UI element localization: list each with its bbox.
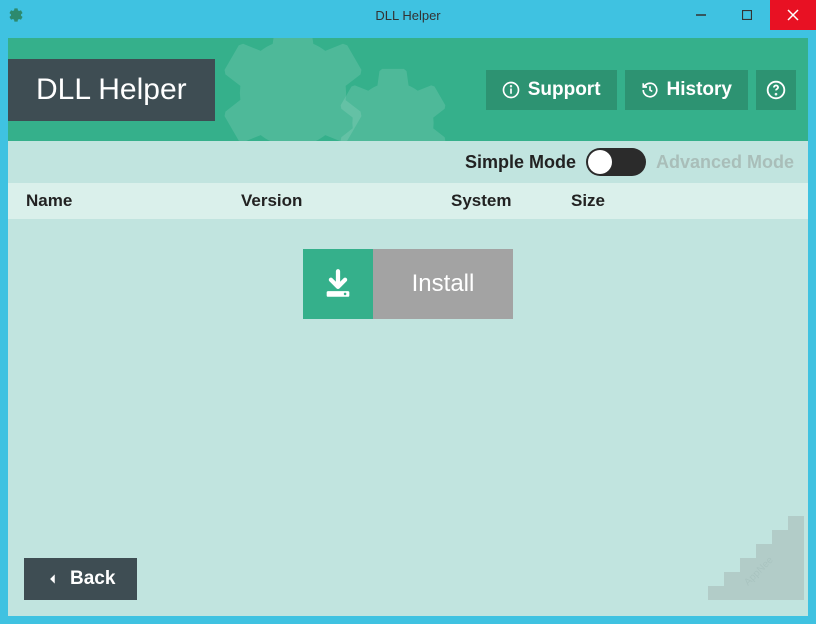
install-label: Install [412, 270, 475, 298]
app-title: DLL Helper [36, 73, 187, 107]
window-title: DLL Helper [375, 8, 440, 23]
app-title-box: DLL Helper [8, 59, 215, 121]
column-name: Name [26, 191, 241, 211]
gear-decoration [328, 58, 458, 141]
main-panel: DLL Helper Support History Simple Mode [8, 38, 808, 616]
back-label: Back [70, 568, 115, 590]
maximize-button[interactable] [724, 0, 770, 30]
column-version: Version [241, 191, 451, 211]
advanced-mode-label: Advanced Mode [656, 152, 794, 173]
column-size: Size [571, 191, 790, 211]
mode-toggle[interactable] [586, 148, 646, 176]
chevron-left-icon [46, 572, 60, 586]
install-icon-box [303, 249, 373, 319]
header-buttons: Support History [486, 70, 796, 110]
support-label: Support [528, 79, 601, 101]
history-icon [641, 81, 659, 99]
watermark: AppNee [698, 506, 808, 616]
simple-mode-label: Simple Mode [465, 152, 576, 173]
help-button[interactable] [756, 70, 796, 110]
column-system: System [451, 191, 571, 211]
close-icon [787, 9, 799, 21]
download-icon [321, 267, 355, 301]
content-area: Install [8, 219, 808, 319]
app-icon [8, 7, 24, 23]
table-header: Name Version System Size [8, 183, 808, 219]
minimize-button[interactable] [678, 0, 724, 30]
maximize-icon [742, 10, 752, 20]
window-controls [678, 0, 816, 30]
install-button[interactable]: Install [373, 249, 513, 319]
close-button[interactable] [770, 0, 816, 30]
install-group: Install [303, 249, 513, 319]
back-button[interactable]: Back [24, 558, 137, 600]
history-button[interactable]: History [625, 70, 748, 110]
app-header: DLL Helper Support History [8, 38, 808, 141]
help-icon [766, 80, 786, 100]
minimize-icon [696, 10, 706, 20]
toggle-knob [588, 150, 612, 174]
support-button[interactable]: Support [486, 70, 617, 110]
footer: Back [24, 558, 137, 600]
info-icon [502, 81, 520, 99]
history-label: History [667, 79, 732, 101]
mode-bar: Simple Mode Advanced Mode [8, 141, 808, 183]
outer-frame: DLL Helper Support History Simple Mode [0, 30, 816, 624]
titlebar: DLL Helper [0, 0, 816, 30]
